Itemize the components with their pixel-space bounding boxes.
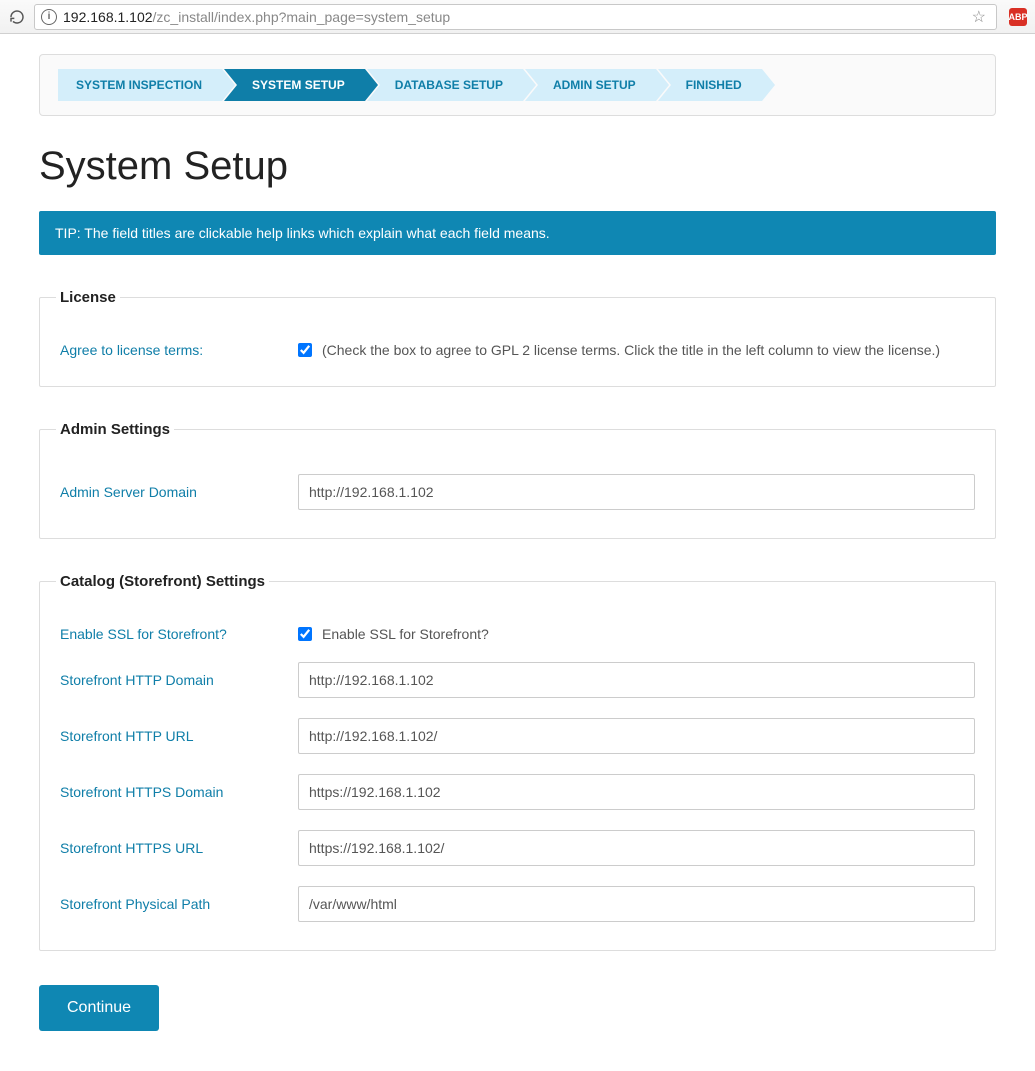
step-admin-setup[interactable]: ADMIN SETUP bbox=[525, 69, 656, 101]
agree-license-label[interactable]: Agree to license terms: bbox=[60, 342, 298, 358]
enable-ssl-label[interactable]: Enable SSL for Storefront? bbox=[60, 626, 298, 642]
step-database-setup[interactable]: DATABASE SETUP bbox=[367, 69, 523, 101]
storefront-https-domain-label[interactable]: Storefront HTTPS Domain bbox=[60, 784, 298, 800]
storefront-physical-path-input[interactable] bbox=[298, 886, 975, 922]
step-system-setup[interactable]: SYSTEM SETUP bbox=[224, 69, 365, 101]
catalog-settings-fieldset: Catalog (Storefront) Settings Enable SSL… bbox=[39, 573, 996, 951]
storefront-http-domain-input[interactable] bbox=[298, 662, 975, 698]
catalog-settings-legend: Catalog (Storefront) Settings bbox=[56, 573, 269, 590]
enable-ssl-text: Enable SSL for Storefront? bbox=[322, 626, 489, 642]
step-finished[interactable]: FINISHED bbox=[658, 69, 762, 101]
storefront-physical-path-label[interactable]: Storefront Physical Path bbox=[60, 896, 298, 912]
abp-extension-icon[interactable]: ABP bbox=[1009, 8, 1027, 26]
admin-server-domain-input[interactable] bbox=[298, 474, 975, 510]
storefront-http-url-label[interactable]: Storefront HTTP URL bbox=[60, 728, 298, 744]
admin-settings-fieldset: Admin Settings Admin Server Domain bbox=[39, 421, 996, 539]
storefront-https-domain-input[interactable] bbox=[298, 774, 975, 810]
progress-steps: SYSTEM INSPECTION SYSTEM SETUP DATABASE … bbox=[58, 69, 977, 101]
license-legend: License bbox=[56, 289, 120, 306]
storefront-http-url-input[interactable] bbox=[298, 718, 975, 754]
license-fieldset: License Agree to license terms: (Check t… bbox=[39, 289, 996, 387]
progress-steps-container: SYSTEM INSPECTION SYSTEM SETUP DATABASE … bbox=[39, 54, 996, 116]
storefront-https-url-label[interactable]: Storefront HTTPS URL bbox=[60, 840, 298, 856]
admin-server-domain-label[interactable]: Admin Server Domain bbox=[60, 484, 298, 500]
continue-button[interactable]: Continue bbox=[39, 985, 159, 1031]
page-content: SYSTEM INSPECTION SYSTEM SETUP DATABASE … bbox=[25, 34, 1010, 1071]
reload-icon[interactable] bbox=[8, 8, 26, 26]
step-system-inspection[interactable]: SYSTEM INSPECTION bbox=[58, 69, 222, 101]
tip-banner: TIP: The field titles are clickable help… bbox=[39, 211, 996, 255]
bookmark-star-icon[interactable]: ☆ bbox=[968, 7, 990, 27]
storefront-http-domain-label[interactable]: Storefront HTTP Domain bbox=[60, 672, 298, 688]
url-path: /zc_install/index.php?main_page=system_s… bbox=[153, 9, 451, 25]
site-info-icon[interactable]: i bbox=[41, 9, 57, 25]
agree-license-checkbox[interactable] bbox=[298, 343, 312, 357]
agree-license-text: (Check the box to agree to GPL 2 license… bbox=[322, 342, 940, 358]
page-title: System Setup bbox=[39, 144, 996, 189]
admin-settings-legend: Admin Settings bbox=[56, 421, 174, 438]
url-host: 192.168.1.102 bbox=[63, 9, 153, 25]
address-bar[interactable]: i 192.168.1.102/zc_install/index.php?mai… bbox=[34, 4, 997, 30]
enable-ssl-checkbox[interactable] bbox=[298, 627, 312, 641]
browser-toolbar: i 192.168.1.102/zc_install/index.php?mai… bbox=[0, 0, 1035, 34]
storefront-https-url-input[interactable] bbox=[298, 830, 975, 866]
